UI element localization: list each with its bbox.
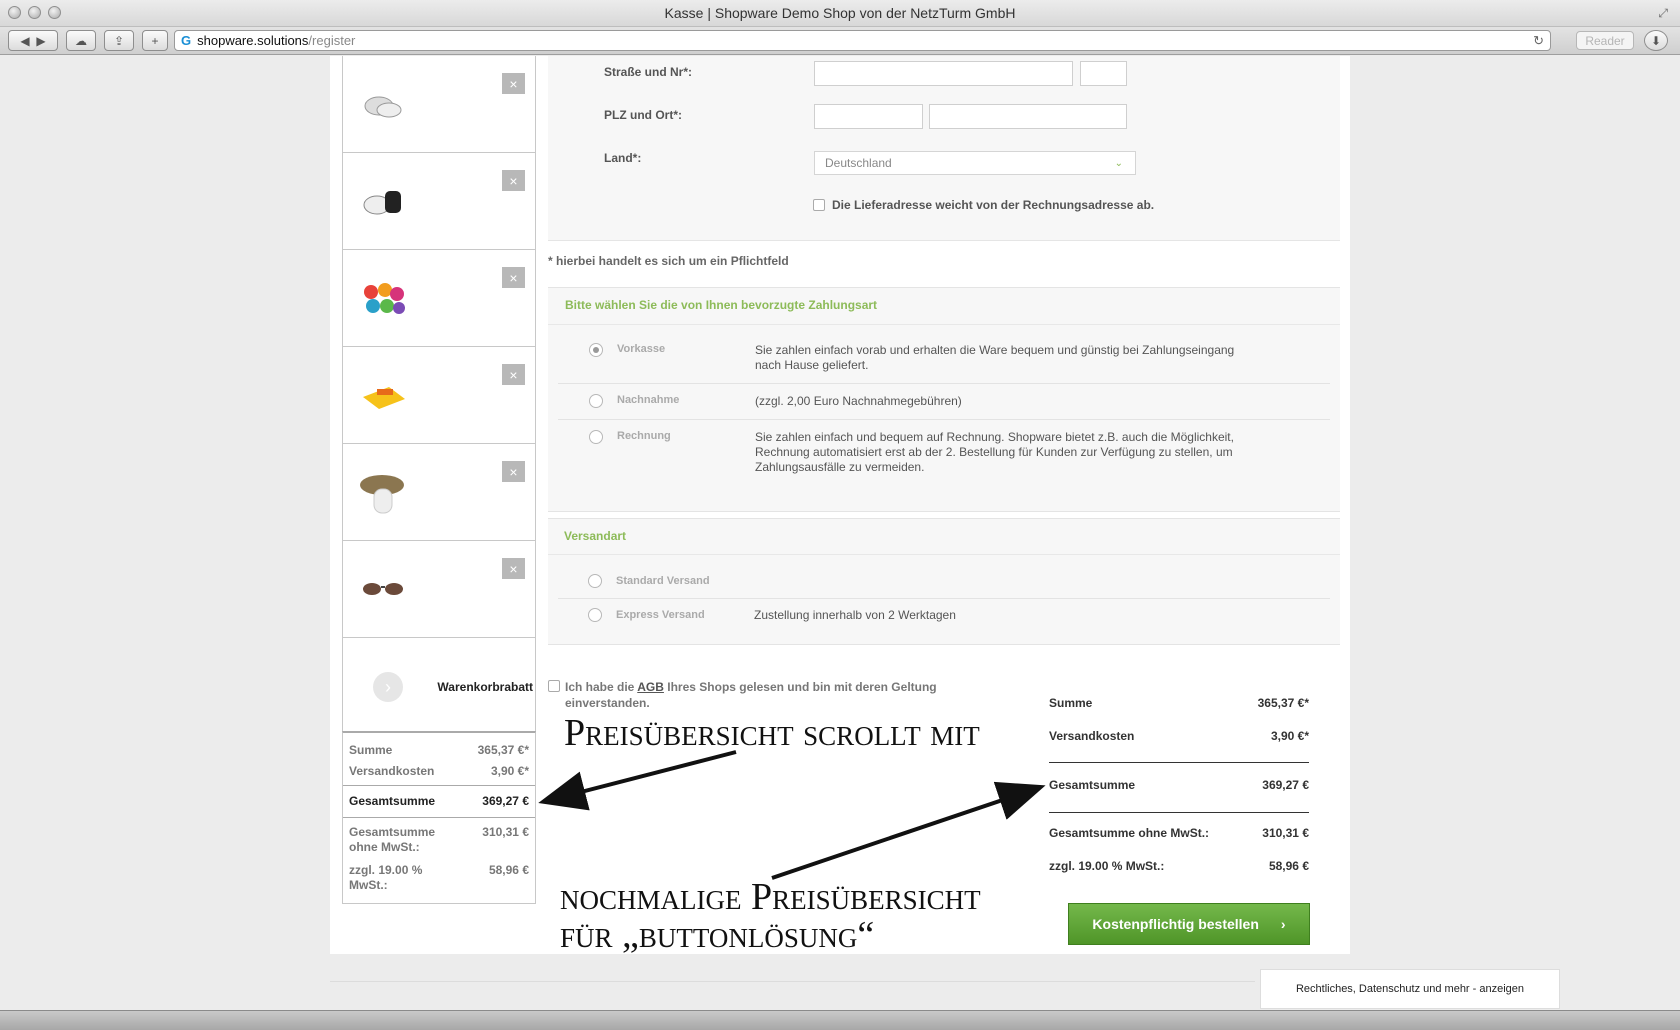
annotation-arrows: [538, 750, 1046, 880]
arrow-to-main-summary: [771, 781, 1046, 880]
window-bottom-bar: [0, 1010, 1680, 1030]
footer-divider: [330, 981, 1255, 982]
legal-footer-button[interactable]: Rechtliches, Datenschutz und mehr - anze…: [1260, 969, 1560, 1009]
arrow-to-sidebar-summary: [538, 750, 737, 811]
